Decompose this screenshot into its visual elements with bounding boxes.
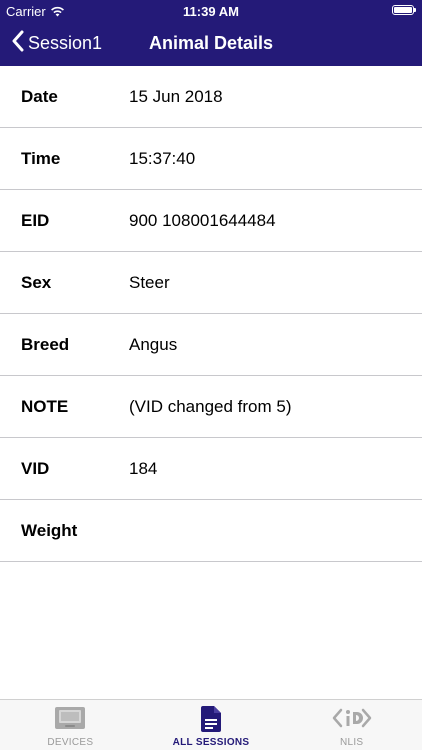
detail-row-eid: EID 900 108001644484 [0,190,422,252]
detail-row-note: NOTE (VID changed from 5) [0,376,422,438]
detail-value: 900 108001644484 [129,211,276,230]
animal-details-list: Date 15 Jun 2018 Time 15:37:40 EID 900 1… [0,66,422,562]
battery-icon [392,5,416,15]
detail-label: EID [21,211,50,230]
detail-label: Time [21,149,61,168]
navigation-bar: Session1 Animal Details [0,22,422,66]
detail-value: 15 Jun 2018 [129,87,223,106]
detail-label: VID [21,459,50,478]
detail-row-weight: Weight [0,500,422,562]
device-icon [54,706,86,735]
detail-label: Weight [21,521,78,540]
tab-nlis[interactable]: NLIS [281,700,422,750]
header: Carrier 11:39 AM Session1 Animal Details [0,0,422,66]
detail-label: NOTE [21,397,69,416]
detail-row-vid: VID 184 [0,438,422,500]
detail-row-sex: Sex Steer [0,252,422,314]
nlis-logo-icon [332,706,372,735]
detail-value: Angus [129,335,178,354]
tab-label: NLIS [339,737,364,748]
detail-value: Steer [129,273,170,292]
detail-label: Sex [21,273,52,292]
detail-value: 15:37:40 [129,149,196,168]
status-bar: Carrier 11:39 AM [0,0,422,22]
tab-label: DEVICES [47,737,94,748]
detail-label: Breed [21,335,70,354]
page-title: Animal Details [148,33,274,53]
detail-value: (VID changed from 5) [129,397,292,416]
detail-row-date: Date 15 Jun 2018 [0,66,422,128]
detail-row-time: Time 15:37:40 [0,128,422,190]
tab-bar: DEVICES ALL SESSIONS NLIS [0,699,422,750]
detail-row-breed: Breed Angus [0,314,422,376]
document-icon [201,706,221,737]
status-time: 11:39 AM [183,4,239,19]
tab-label: ALL SESSIONS [172,737,250,748]
tab-devices[interactable]: DEVICES [0,700,141,750]
tab-all-sessions[interactable]: ALL SESSIONS [141,700,282,750]
detail-label: Date [21,87,58,106]
detail-value: 184 [129,459,158,478]
